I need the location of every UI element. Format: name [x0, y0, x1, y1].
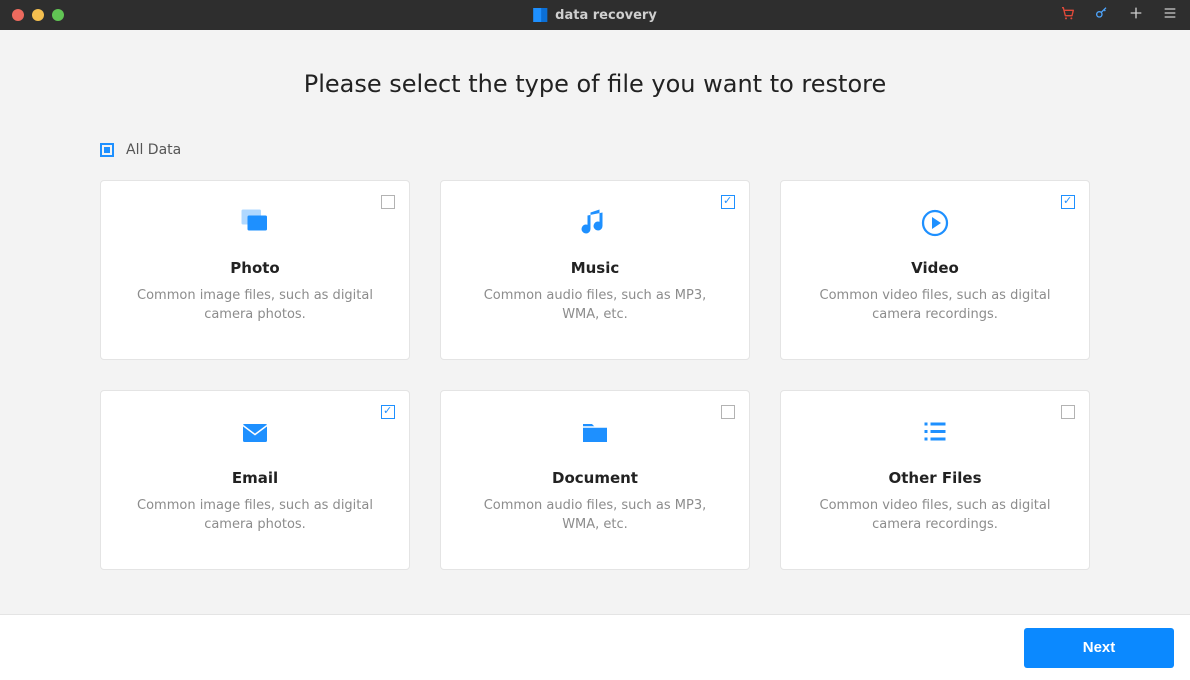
menu-icon[interactable] — [1162, 5, 1178, 25]
document-icon — [465, 415, 725, 451]
checkbox-photo[interactable] — [381, 195, 395, 209]
card-title-other: Other Files — [805, 469, 1065, 487]
card-title-video: Video — [805, 259, 1065, 277]
card-music[interactable]: Music Common audio files, such as MP3, W… — [440, 180, 750, 360]
window-close-button[interactable] — [12, 9, 24, 21]
card-title-music: Music — [465, 259, 725, 277]
checkbox-music[interactable] — [721, 195, 735, 209]
checkbox-other[interactable] — [1061, 405, 1075, 419]
footer-bar: Next — [0, 614, 1190, 680]
card-desc-photo: Common image files, such as digital came… — [125, 287, 385, 325]
card-document[interactable]: Document Common audio files, such as MP3… — [440, 390, 750, 570]
window-minimize-button[interactable] — [32, 9, 44, 21]
music-icon — [465, 205, 725, 241]
traffic-lights — [0, 9, 64, 21]
page-heading: Please select the type of file you want … — [100, 70, 1090, 98]
all-data-checkbox[interactable] — [100, 143, 114, 157]
main-content: Please select the type of file you want … — [0, 30, 1190, 570]
app-logo-icon — [533, 8, 547, 22]
card-photo[interactable]: Photo Common image files, such as digita… — [100, 180, 410, 360]
titlebar: data recovery — [0, 0, 1190, 30]
plus-icon[interactable] — [1128, 5, 1144, 25]
checkbox-video[interactable] — [1061, 195, 1075, 209]
email-icon — [125, 415, 385, 451]
next-button[interactable]: Next — [1024, 628, 1174, 668]
cart-icon[interactable] — [1060, 5, 1076, 25]
card-desc-document: Common audio files, such as MP3, WMA, et… — [465, 497, 725, 535]
card-video[interactable]: Video Common video files, such as digita… — [780, 180, 1090, 360]
all-data-checkbox-row[interactable]: All Data — [100, 142, 1090, 158]
all-data-label: All Data — [126, 142, 181, 158]
card-title-photo: Photo — [125, 259, 385, 277]
card-desc-other: Common video files, such as digital came… — [805, 497, 1065, 535]
card-email[interactable]: Email Common image files, such as digita… — [100, 390, 410, 570]
app-name: data recovery — [555, 8, 657, 23]
checkbox-email[interactable] — [381, 405, 395, 419]
checkbox-document[interactable] — [721, 405, 735, 419]
card-title-document: Document — [465, 469, 725, 487]
card-desc-video: Common video files, such as digital came… — [805, 287, 1065, 325]
video-icon — [805, 205, 1065, 241]
app-title: data recovery — [533, 8, 657, 23]
card-other[interactable]: Other Files Common video files, such as … — [780, 390, 1090, 570]
photo-icon — [125, 205, 385, 241]
window-maximize-button[interactable] — [52, 9, 64, 21]
file-type-grid: Photo Common image files, such as digita… — [100, 180, 1090, 570]
list-icon — [805, 415, 1065, 451]
card-desc-music: Common audio files, such as MP3, WMA, et… — [465, 287, 725, 325]
card-desc-email: Common image files, such as digital came… — [125, 497, 385, 535]
key-icon[interactable] — [1094, 5, 1110, 25]
card-title-email: Email — [125, 469, 385, 487]
